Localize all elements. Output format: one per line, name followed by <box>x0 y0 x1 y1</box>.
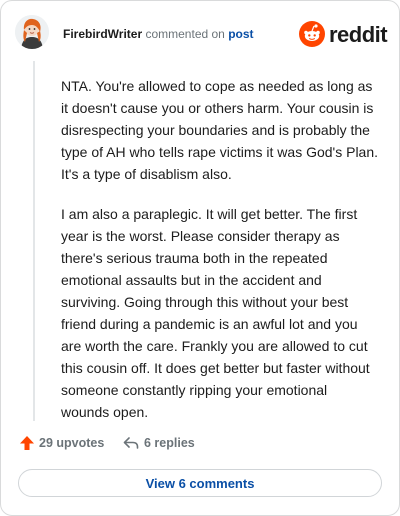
reddit-wordmark: reddit <box>329 22 388 47</box>
reddit-snoo-icon <box>299 21 325 47</box>
comment-body: NTA. You're allowed to cope as needed as… <box>61 75 379 441</box>
avatar[interactable] <box>15 15 49 49</box>
upvote-count: 29 upvotes <box>39 436 105 450</box>
username-link[interactable]: FirebirdWriter <box>63 27 142 41</box>
upvote-arrow-icon <box>20 436 34 450</box>
replies-button[interactable]: 6 replies <box>123 433 223 455</box>
comment-paragraph-1: NTA. You're allowed to cope as needed as… <box>61 78 379 182</box>
reddit-logo[interactable]: reddit <box>299 21 388 47</box>
post-link[interactable]: post <box>228 27 253 41</box>
reply-count: 6 replies <box>144 436 195 450</box>
comment-paragraph-2: I am also a paraplegic. It will get bett… <box>61 206 370 420</box>
comment-meta: FirebirdWriter commented on post <box>63 27 254 41</box>
comment-card: FirebirdWriter commented on post reddit … <box>0 0 400 516</box>
upvote-button[interactable]: 29 upvotes <box>19 433 119 455</box>
avatar-icon <box>15 15 49 49</box>
reply-arrow-icon <box>123 437 139 449</box>
thread-line <box>33 61 35 421</box>
comment-actions: 29 upvotes 6 replies <box>19 433 381 455</box>
comment-header: FirebirdWriter commented on post reddit <box>15 15 388 55</box>
commented-on-text: commented on <box>145 27 225 41</box>
view-comments-button[interactable]: View 6 comments <box>18 469 382 497</box>
